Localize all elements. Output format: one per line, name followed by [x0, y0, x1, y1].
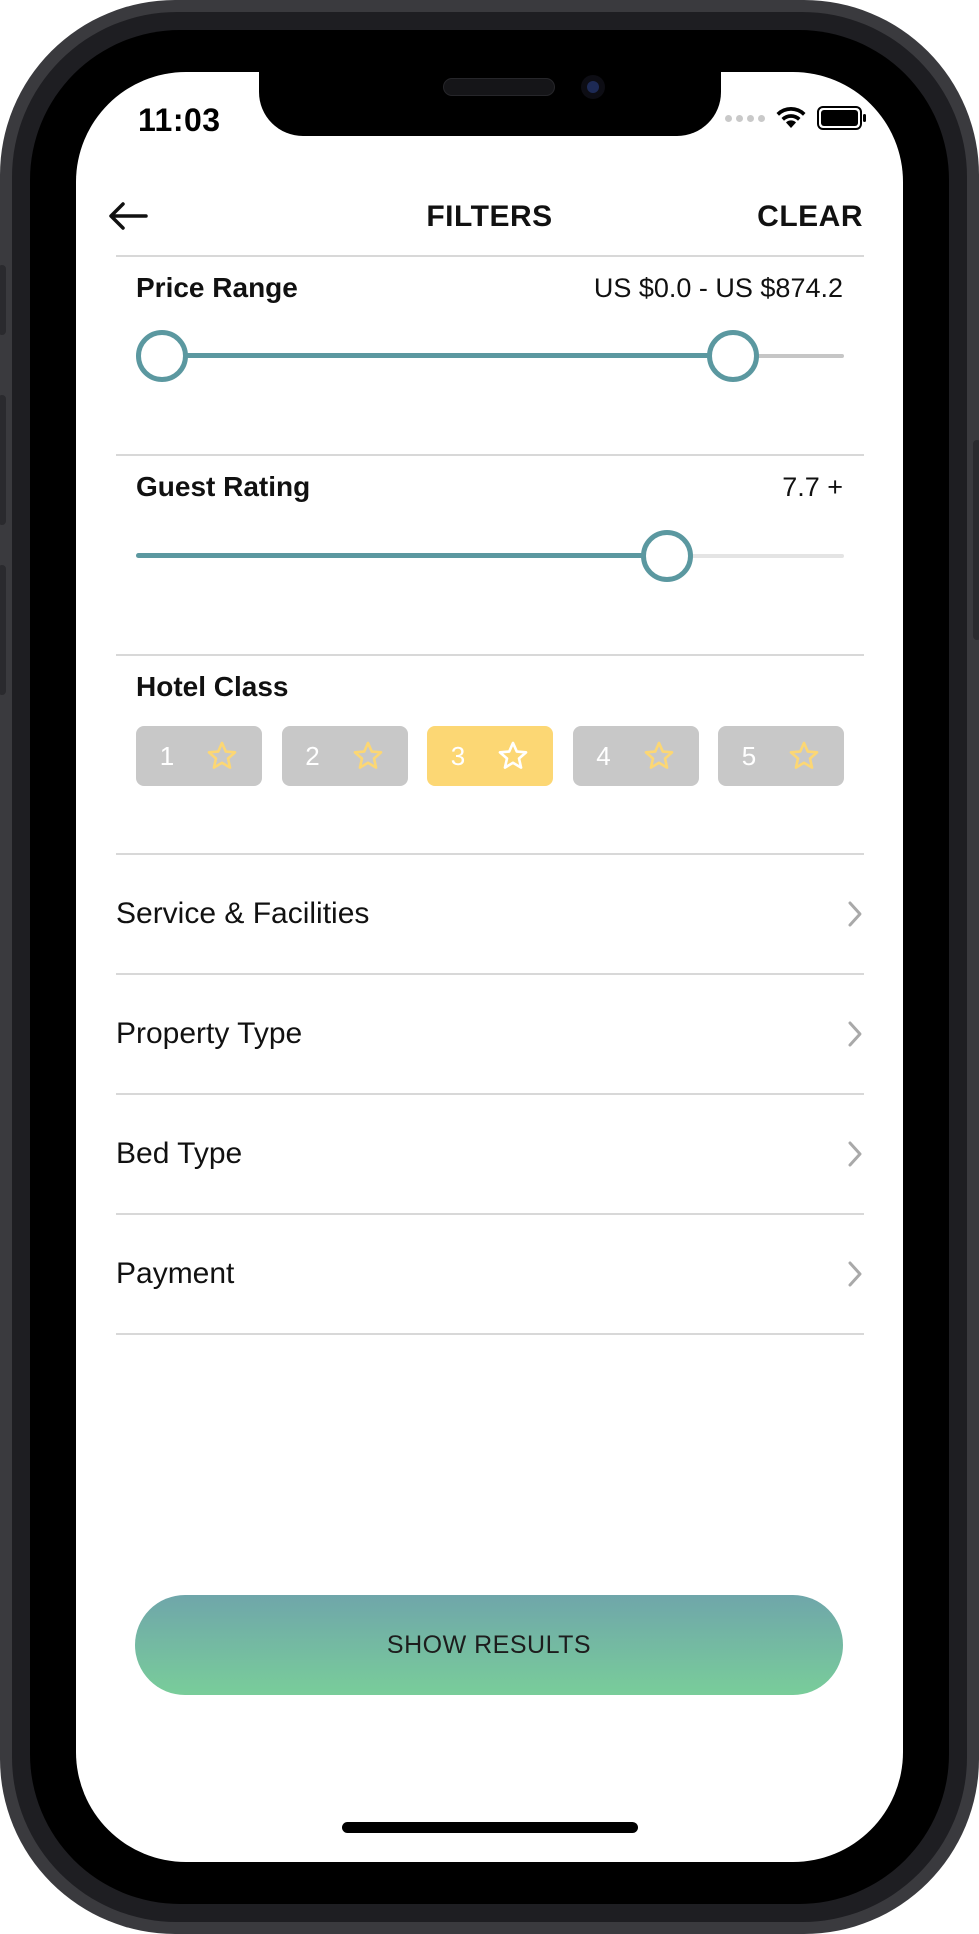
slider-fill: [136, 553, 668, 558]
speaker-grille: [443, 78, 555, 96]
status-time: 11:03: [138, 102, 221, 138]
divider: [116, 255, 864, 257]
list-item-service-facilities[interactable]: Service & Facilities: [116, 855, 864, 973]
star-icon: [644, 741, 674, 769]
signal-icon: [725, 114, 765, 122]
chip-label: 5: [741, 740, 757, 771]
volume-up-button: [0, 395, 6, 525]
guest-rating-thumb[interactable]: [641, 530, 694, 582]
hotel-class-chip-2[interactable]: 2: [281, 726, 408, 786]
chip-label: 4: [596, 740, 611, 771]
list-item-bed-type[interactable]: Bed Type: [116, 1095, 864, 1213]
price-range-title: Price Range: [136, 272, 298, 303]
chevron-right-icon: [848, 901, 862, 927]
price-max-thumb[interactable]: [706, 330, 759, 382]
star-icon: [207, 741, 237, 769]
price-range-slider[interactable]: [136, 328, 844, 384]
chevron-right-icon: [848, 1021, 862, 1047]
hotel-class-title: Hotel Class: [136, 671, 289, 702]
chevron-right-icon: [848, 1141, 862, 1167]
guest-rating-value: 7.7 +: [782, 472, 843, 502]
list-item-label: Bed Type: [116, 1137, 243, 1170]
screen: 11:03 FILTERS CLEAR Price Range US $0.0 …: [76, 72, 903, 1862]
list-item-label: Payment: [116, 1257, 235, 1290]
hotel-class-chip-1[interactable]: 1: [136, 726, 262, 786]
list-item-payment[interactable]: Payment: [116, 1215, 864, 1333]
list-item-label: Property Type: [116, 1017, 303, 1050]
wifi-icon: [776, 106, 806, 128]
home-indicator: [342, 1822, 638, 1833]
guest-rating-title: Guest Rating: [136, 471, 311, 502]
divider: [116, 1333, 864, 1335]
camera-icon: [581, 75, 605, 99]
slider-fill: [162, 353, 733, 358]
chevron-right-icon: [848, 1261, 862, 1287]
hotel-class-chip-5[interactable]: 5: [718, 726, 844, 786]
price-min-thumb[interactable]: [136, 330, 188, 382]
chip-label: 3: [450, 740, 466, 771]
star-icon: [353, 741, 383, 769]
header: FILTERS CLEAR: [76, 182, 903, 262]
hotel-class-chips: 1 2 3 4 5: [136, 726, 844, 786]
hotel-class-chip-3[interactable]: 3: [427, 726, 553, 786]
chip-label: 2: [305, 740, 320, 771]
star-icon: [789, 741, 819, 769]
status-icons: [725, 106, 867, 130]
list-item-property-type[interactable]: Property Type: [116, 975, 864, 1093]
divider: [116, 654, 864, 656]
price-range-value: US $0.0 - US $874.2: [593, 273, 843, 303]
battery-icon: [817, 106, 866, 130]
list-item-label: Service & Facilities: [116, 897, 370, 930]
mute-switch: [0, 265, 6, 335]
power-button: [973, 440, 979, 640]
chip-label: 1: [159, 740, 175, 771]
volume-down-button: [0, 565, 6, 695]
star-icon: [498, 741, 528, 769]
clear-button[interactable]: CLEAR: [757, 200, 863, 234]
notch: [259, 72, 721, 136]
show-results-button[interactable]: SHOW RESULTS: [135, 1595, 843, 1695]
divider: [116, 454, 864, 456]
guest-rating-slider[interactable]: [136, 528, 844, 584]
hotel-class-chip-4[interactable]: 4: [572, 726, 699, 786]
